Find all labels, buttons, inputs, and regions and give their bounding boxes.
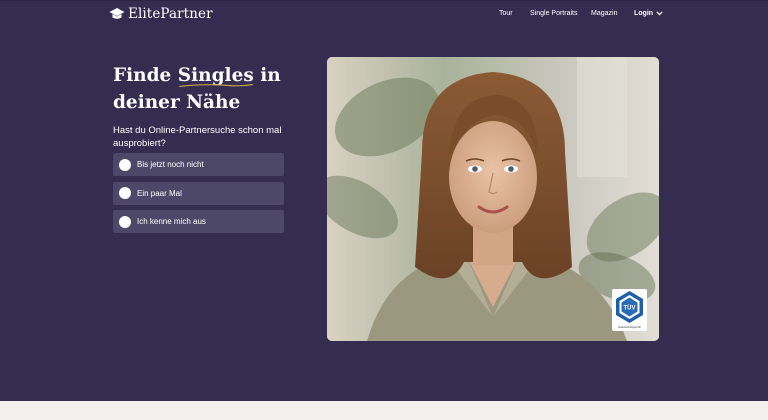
nav-tour[interactable]: Tour [499, 10, 513, 17]
headline-line-2: deiner Nähe [113, 92, 241, 113]
radio-button[interactable] [119, 187, 131, 199]
answer-option-not-yet[interactable]: Bis jetzt noch nicht [113, 153, 284, 176]
answer-option-few-times[interactable]: Ein paar Mal [113, 181, 284, 205]
option-label: Ein paar Mal [137, 188, 182, 198]
tuv-certification-badge[interactable]: TÜV Datenschutzgeprüft [612, 289, 647, 331]
answer-options: Bis jetzt noch nicht Ein paar Mal Ich ke… [113, 153, 284, 239]
option-label: Ich kenne mich aus [137, 217, 206, 226]
answer-option-experienced[interactable]: Ich kenne mich aus [113, 210, 284, 233]
option-label: Bis jetzt noch nicht [137, 160, 204, 169]
survey-question: Hast du Online-Partnersuche schon mal au… [113, 125, 282, 149]
nav-single-portraits[interactable]: Single Portraits [530, 10, 577, 17]
radio-button[interactable] [119, 158, 131, 171]
tuv-brand-text: TÜV [624, 305, 636, 312]
headline-part-1: Finde [113, 65, 178, 86]
headline-part-2: in [253, 65, 281, 86]
tuv-seal-icon: TÜV [616, 291, 643, 323]
login-dropdown[interactable]: Login [634, 10, 663, 17]
top-edge [0, 0, 768, 1]
headline-highlight: Singles [178, 62, 254, 89]
main-nav: Tour Single Portraits Magazin Login [0, 10, 768, 22]
chevron-down-icon [656, 11, 663, 16]
next-section-strip [0, 401, 768, 420]
login-label: Login [634, 10, 654, 17]
page-title: Finde Singles in deiner Nähe [113, 62, 313, 116]
hero-portrait-photo [327, 57, 659, 341]
nav-magazin[interactable]: Magazin [591, 10, 617, 17]
underline-swash [178, 83, 253, 88]
radio-button[interactable] [119, 215, 131, 228]
tuv-caption: Datenschutzgeprüft [618, 326, 641, 329]
